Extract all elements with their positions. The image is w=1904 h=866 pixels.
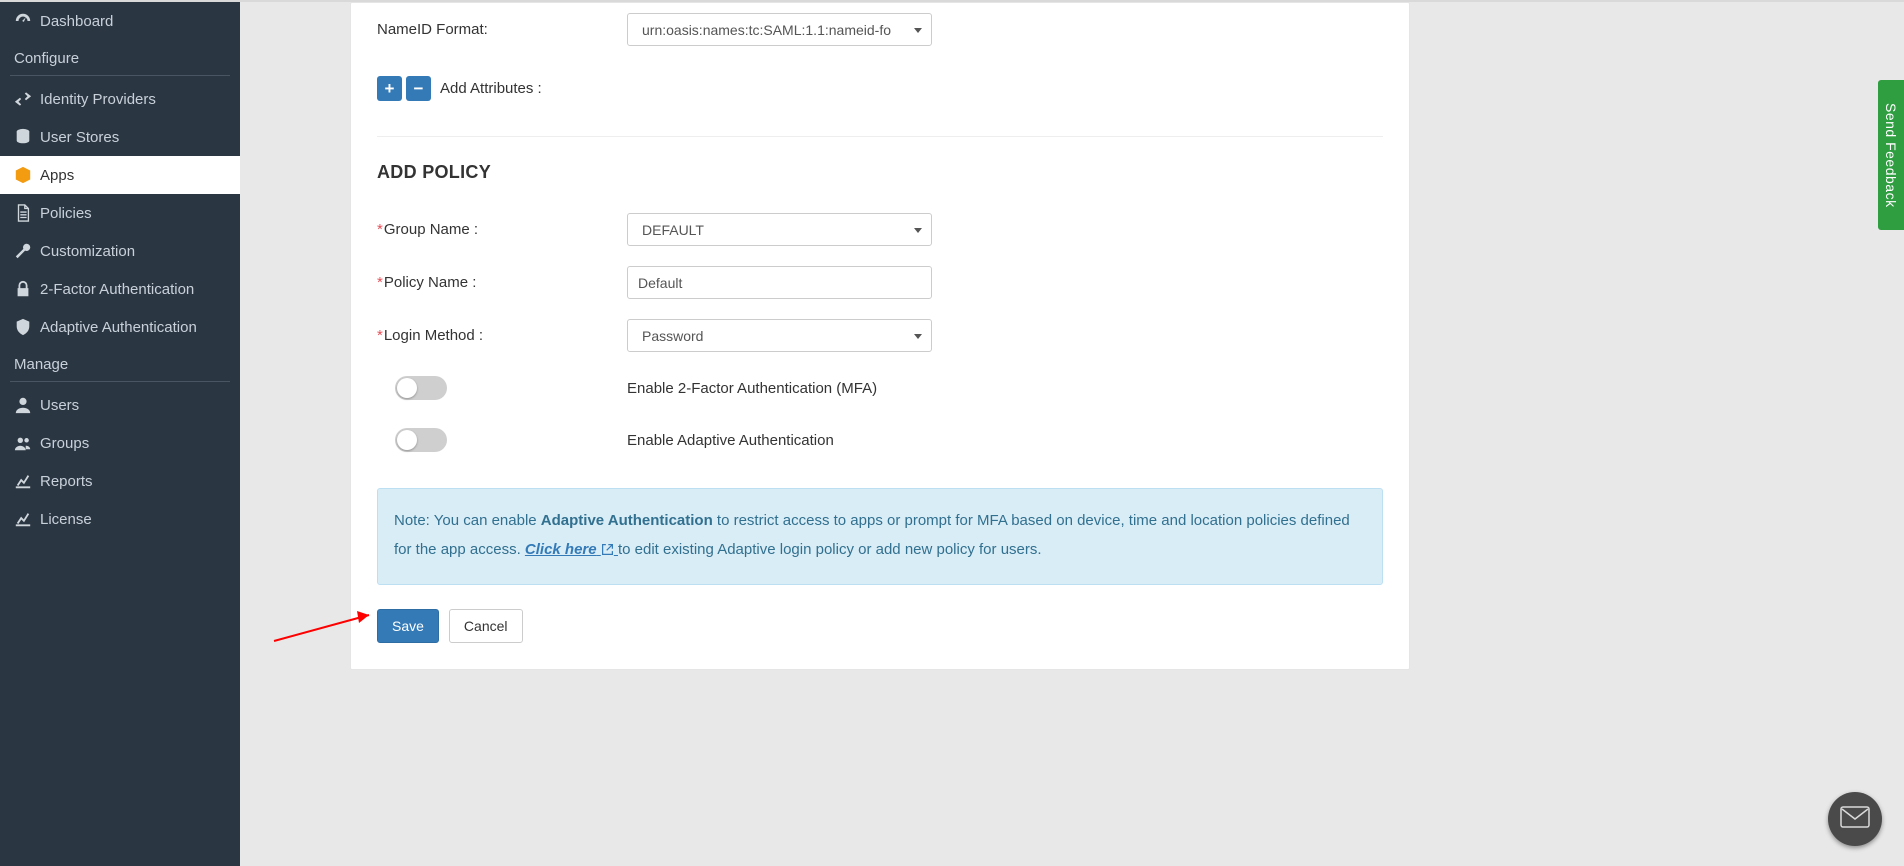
sidebar-item-label: Reports [40,473,93,490]
sidebar: Dashboard Configure Identity Providers User… [0,2,240,866]
sidebar-item-policies[interactable]: Policies [0,194,240,232]
policy-input[interactable] [627,266,932,299]
add-attribute-minus-button[interactable]: − [406,76,431,101]
sidebar-item-label: User Stores [40,129,119,146]
send-feedback-tab[interactable]: Send Feedback [1878,80,1904,230]
exchange-icon [14,90,40,108]
login-method-select[interactable]: Password [627,319,932,352]
red-arrow-annotation [269,601,384,649]
actions: Save Cancel [377,609,1383,643]
save-button[interactable]: Save [377,609,439,643]
divider [377,136,1383,137]
info-text-3: to edit existing Adaptive login policy o… [618,541,1042,558]
policy-label: *Policy Name : [377,274,627,291]
cube-icon [14,166,40,184]
sidebar-item-label: Users [40,397,79,414]
group-row: *Group Name : DEFAULT [377,203,1383,256]
add-attributes-row: + − Add Attributes : [377,56,1383,111]
sidebar-item-adaptive-authentication[interactable]: Adaptive Authentication [0,308,240,346]
file-icon [14,204,40,222]
cancel-button[interactable]: Cancel [449,609,523,643]
sidebar-item-groups[interactable]: Groups [0,424,240,462]
login-method-row: *Login Method : Password [377,309,1383,362]
mail-bubble-button[interactable] [1828,792,1882,846]
user-icon [14,396,40,414]
sidebar-item-label: Policies [40,205,92,222]
info-text-1: Note: You can enable [394,512,541,529]
sidebar-item-label: License [40,511,92,528]
dashboard-icon [14,12,40,30]
database-icon [14,128,40,146]
nameid-label: NameID Format: [377,21,627,38]
policy-row: *Policy Name : [377,256,1383,309]
sidebar-item-2-factor-authentication[interactable]: 2-Factor Authentication [0,270,240,308]
sidebar-item-reports[interactable]: Reports [0,462,240,500]
sidebar-divider [10,381,230,382]
sidebar-item-label: Customization [40,243,135,260]
sidebar-item-label: Adaptive Authentication [40,319,197,336]
sidebar-item-apps[interactable]: Apps [0,156,240,194]
group-label: *Group Name : [377,221,627,238]
nameid-select[interactable]: urn:oasis:names:tc:SAML:1.1:nameid-fo [627,13,932,46]
sidebar-item-identity-providers[interactable]: Identity Providers [0,80,240,118]
sidebar-item-user-stores[interactable]: User Stores [0,118,240,156]
shield-icon [14,318,40,336]
panel: NameID Format: urn:oasis:names:tc:SAML:1… [350,2,1410,670]
sidebar-item-label: Groups [40,435,89,452]
adaptive-toggle-row: Enable Adaptive Authentication [377,414,1383,466]
sidebar-item-license[interactable]: License [0,500,240,538]
lock-icon [14,280,40,298]
sidebar-section: Manage [0,346,240,381]
info-box: Note: You can enable Adaptive Authentica… [377,488,1383,585]
add-attributes-label: Add Attributes : [440,80,542,97]
chart-icon [14,472,40,490]
mfa-toggle-label: Enable 2-Factor Authentication (MFA) [627,380,877,397]
mail-icon [1840,806,1870,832]
sidebar-item-dashboard[interactable]: Dashboard [0,2,240,40]
section-title: ADD POLICY [377,162,1383,183]
wrench-icon [14,242,40,260]
users-icon [14,434,40,452]
add-attribute-plus-button[interactable]: + [377,76,402,101]
chart-icon [14,510,40,528]
group-select[interactable]: DEFAULT [627,213,932,246]
login-method-label: *Login Method : [377,327,627,344]
adaptive-toggle[interactable] [395,428,447,452]
adaptive-toggle-label: Enable Adaptive Authentication [627,432,834,449]
mfa-toggle-row: Enable 2-Factor Authentication (MFA) [377,362,1383,414]
sidebar-item-customization[interactable]: Customization [0,232,240,270]
main-content: NameID Format: urn:oasis:names:tc:SAML:1… [240,2,1904,866]
mfa-toggle[interactable] [395,376,447,400]
sidebar-item-label: Apps [40,167,74,184]
sidebar-divider [10,75,230,76]
info-link[interactable]: Click here [525,541,618,558]
nameid-row: NameID Format: urn:oasis:names:tc:SAML:1… [377,3,1383,56]
sidebar-section: Configure [0,40,240,75]
sidebar-item-label: 2-Factor Authentication [40,281,194,298]
sidebar-item-label: Dashboard [40,13,113,30]
info-strong: Adaptive Authentication [541,512,713,529]
external-link-icon [601,538,614,567]
sidebar-item-users[interactable]: Users [0,386,240,424]
sidebar-item-label: Identity Providers [40,91,156,108]
